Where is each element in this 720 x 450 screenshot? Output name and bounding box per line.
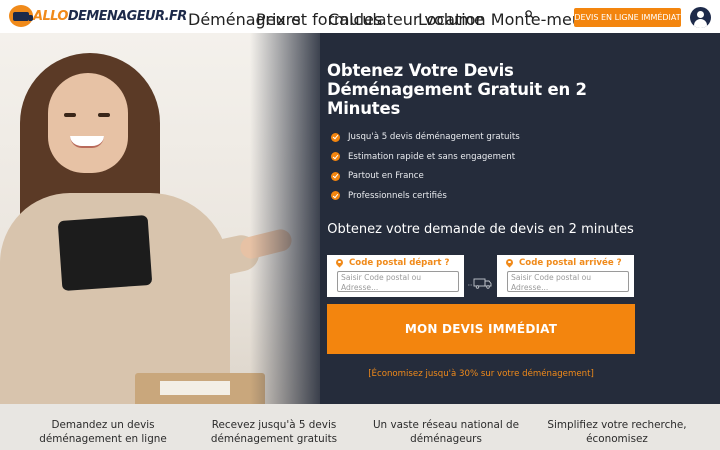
truck-logo-icon <box>9 5 33 27</box>
arrival-label-text: Code postal arrivée ? <box>519 258 622 268</box>
benefit-text: Partout en France <box>348 171 424 181</box>
feature-item: Un vaste réseau national de déménageurs <box>372 419 520 445</box>
mon-devis-immediat-button[interactable]: MON DEVIS IMMÉDIAT <box>327 304 635 354</box>
devis-en-ligne-button[interactable]: DEVIS EN LIGNE IMMÉDIAT <box>574 8 681 27</box>
benefit-item: Professionnels certifiés <box>331 191 447 201</box>
features-strip: Demandez un devis déménagement en ligne … <box>0 404 720 450</box>
check-icon <box>331 171 340 181</box>
map-pin-icon <box>336 259 343 268</box>
logo-text: ALLODEMENAGEUR.FR <box>33 9 187 24</box>
arrival-postal-box: Code postal arrivée ? <box>497 255 634 297</box>
search-icon[interactable] <box>525 10 534 19</box>
site-header: ALLODEMENAGEUR.FR Déménageurs Prix et fo… <box>0 0 720 33</box>
arrival-label: Code postal arrivée ? <box>506 258 622 268</box>
logo-text-demenageur: DEMENAGEUR.FR <box>67 8 187 24</box>
check-icon <box>331 191 340 200</box>
benefit-text: Professionnels certifiés <box>348 190 447 201</box>
feature-item: Recevez jusqu'à 5 devis déménagement gra… <box>210 419 338 445</box>
benefit-item: Estimation rapide et sans engagement <box>331 152 515 162</box>
check-icon <box>331 132 340 142</box>
feature-item: Simplifiez votre recherche, économisez <box>547 419 687 445</box>
hero-title: Obtenez Votre Devis Déménagement Gratuit… <box>327 61 587 118</box>
check-icon <box>331 152 340 161</box>
arrival-postal-input[interactable] <box>507 271 629 292</box>
photo-fade <box>250 33 325 404</box>
truck-icon <box>468 278 492 289</box>
departure-postal-box: Code postal départ ? <box>327 255 464 297</box>
map-pin-icon <box>506 259 513 268</box>
benefit-item: Partout en France <box>331 171 424 181</box>
benefit-text: Estimation rapide et sans engagement <box>348 151 516 162</box>
site-logo[interactable]: ALLODEMENAGEUR.FR <box>9 5 187 27</box>
logo-text-allo: ALLO <box>33 8 68 24</box>
departure-postal-input[interactable] <box>337 271 459 292</box>
user-icon[interactable] <box>690 7 711 28</box>
departure-label: Code postal départ ? <box>336 258 449 268</box>
departure-label-text: Code postal départ ? <box>349 258 450 268</box>
savings-text: [Économisez jusqu'à 30% sur votre déména… <box>368 369 594 379</box>
form-title: Obtenez votre demande de devis en 2 minu… <box>327 222 634 237</box>
benefit-item: Jusqu'à 5 devis déménagement gratuits <box>331 132 520 142</box>
benefit-text: Jusqu'à 5 devis déménagement gratuits <box>348 132 520 142</box>
feature-item: Demandez un devis déménagement en ligne <box>39 419 167 445</box>
hero-section: Obtenez Votre Devis Déménagement Gratuit… <box>0 33 720 404</box>
